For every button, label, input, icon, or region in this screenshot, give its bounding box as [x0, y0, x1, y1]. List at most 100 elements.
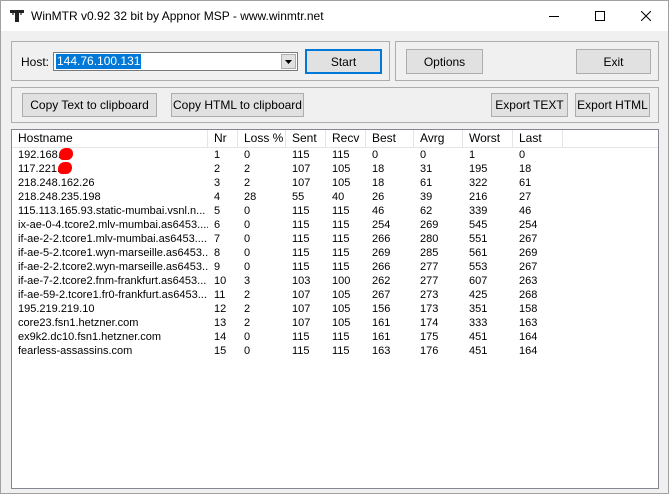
- cell-avrg: 277: [414, 274, 463, 288]
- minimize-button[interactable]: [531, 1, 577, 31]
- cell-sent: 115: [286, 232, 326, 246]
- cell-avrg: 0: [414, 148, 463, 162]
- table-row[interactable]: 117.221. 2 2 107 105 18 31 195 18: [12, 162, 658, 176]
- column-header-avrg[interactable]: Avrg: [414, 130, 463, 147]
- cell-sent-text: 115: [292, 247, 310, 259]
- cell-nr: 9: [208, 260, 238, 274]
- cell-best-text: 163: [372, 345, 391, 357]
- table-row[interactable]: 218.248.235.198 4 28 55 40 26 39 216 27: [12, 190, 658, 204]
- cell-nr-text: 11: [214, 289, 226, 301]
- cell-worst-text: 1: [469, 149, 476, 161]
- table-row[interactable]: 218.248.162.26 3 2 107 105 18 61 322 61: [12, 176, 658, 190]
- cell-best: 266: [366, 260, 414, 274]
- cell-best: 163: [366, 344, 414, 358]
- cell-hostname-text: fearless-assassins.com: [18, 345, 133, 357]
- column-header-hostname[interactable]: Hostname: [12, 130, 208, 147]
- cell-loss-text: 0: [244, 205, 251, 217]
- cell-hostname: 218.248.235.198: [12, 190, 208, 204]
- title-bar[interactable]: WinMTR v0.92 32 bit by Appnor MSP - www.…: [1, 1, 668, 31]
- column-header-nr[interactable]: Nr: [208, 130, 238, 147]
- table-row[interactable]: 115.113.165.93.static-mumbai.vsnl.n... 5 0…: [12, 204, 658, 218]
- cell-loss-text: 0: [244, 233, 251, 245]
- cell-nr-text: 8: [214, 247, 221, 259]
- table-row[interactable]: fearless-assassins.com 15 0 115 115 163 176 451…: [12, 344, 658, 358]
- close-button[interactable]: [623, 1, 669, 31]
- cell-nr-text: 2: [214, 163, 221, 175]
- cell-hostname-text: if-ae-7-2.tcore2.fnm-frankfurt.as6453...: [18, 275, 207, 287]
- cell-best: 0: [366, 148, 414, 162]
- table-row[interactable]: if-ae-2-2.tcore1.mlv-mumbai.as6453.... 7 0…: [12, 232, 658, 246]
- cell-last-text: 269: [519, 247, 538, 259]
- cell-loss: 0: [238, 260, 286, 274]
- cell-nr: 13: [208, 316, 238, 330]
- table-row[interactable]: 192.168. 1 0 115 115 0 0 1 0: [12, 148, 658, 162]
- cell-last-text: 268: [519, 289, 538, 301]
- cell-hostname: 192.168.: [12, 148, 208, 162]
- maximize-button[interactable]: [577, 1, 623, 31]
- cell-sent: 107: [286, 288, 326, 302]
- cell-last: 163: [513, 316, 563, 330]
- cell-worst-text: 425: [469, 289, 488, 301]
- cell-last: 164: [513, 344, 563, 358]
- column-header-loss[interactable]: Loss %: [238, 130, 286, 147]
- column-header-recv[interactable]: Recv: [326, 130, 366, 147]
- host-combobox[interactable]: 144.76.100.131: [53, 52, 298, 71]
- table-row[interactable]: if-ae-5-2.tcore1.wyn-marseille.as6453...…: [12, 246, 658, 260]
- maximize-icon: [595, 11, 605, 21]
- cell-sent: 115: [286, 330, 326, 344]
- cell-nr: 5: [208, 204, 238, 218]
- cell-loss-text: 2: [244, 317, 251, 329]
- trace-results-table[interactable]: Hostname Nr Loss % Sent Recv Best Avrg W…: [11, 129, 659, 489]
- cell-hostname-text: 195.219.219.10: [18, 303, 95, 315]
- options-button[interactable]: Options: [406, 49, 483, 74]
- cell-best-text: 18: [372, 177, 385, 189]
- cell-loss-text: 3: [244, 275, 251, 287]
- cell-last: 18: [513, 162, 563, 176]
- copy-html-button[interactable]: Copy HTML to clipboard: [171, 93, 304, 117]
- host-dropdown-button[interactable]: [281, 54, 296, 69]
- cell-avrg: 39: [414, 190, 463, 204]
- cell-recv: 115: [326, 232, 366, 246]
- cell-loss: 2: [238, 162, 286, 176]
- host-input-value[interactable]: 144.76.100.131: [56, 54, 142, 69]
- cell-avrg: 31: [414, 162, 463, 176]
- cell-sent: 115: [286, 260, 326, 274]
- cell-sent-text: 115: [292, 149, 310, 161]
- chevron-down-icon: [285, 59, 292, 64]
- cell-avrg: 62: [414, 204, 463, 218]
- export-text-button[interactable]: Export TEXT: [491, 93, 568, 117]
- cell-best: 161: [366, 316, 414, 330]
- cell-sent-text: 107: [292, 303, 311, 315]
- exit-button[interactable]: Exit: [576, 49, 651, 74]
- cell-hostname-text: ex9k2.dc10.fsn1.hetzner.com: [18, 331, 162, 343]
- winmtr-window: WinMTR v0.92 32 bit by Appnor MSP - www.…: [0, 0, 669, 494]
- table-row[interactable]: ix-ae-0-4.tcore2.mlv-mumbai.as6453.... 6 0…: [12, 218, 658, 232]
- table-row[interactable]: if-ae-2-2.tcore2.wyn-marseille.as6453...…: [12, 260, 658, 274]
- copy-text-button[interactable]: Copy Text to clipboard: [22, 93, 157, 117]
- cell-loss: 0: [238, 232, 286, 246]
- column-header-best[interactable]: Best: [366, 130, 414, 147]
- cell-last: 254: [513, 218, 563, 232]
- column-header-worst[interactable]: Worst: [463, 130, 513, 147]
- start-button[interactable]: Start: [305, 49, 382, 74]
- cell-loss: 0: [238, 344, 286, 358]
- cell-last-text: 267: [519, 261, 538, 273]
- cell-hostname: if-ae-7-2.tcore2.fnm-frankfurt.as6453...: [12, 274, 208, 288]
- cell-worst-text: 195: [469, 163, 488, 175]
- table-row[interactable]: core23.fsn1.hetzner.com 13 2 107 105 161 174 33…: [12, 316, 658, 330]
- table-row[interactable]: 195.219.219.10 12 2 107 105 156 173 351 158: [12, 302, 658, 316]
- column-header-sent[interactable]: Sent: [286, 130, 326, 147]
- table-row[interactable]: ex9k2.dc10.fsn1.hetzner.com 14 0 115 115 161 1…: [12, 330, 658, 344]
- cell-hostname: 218.248.162.26: [12, 176, 208, 190]
- cell-sent: 115: [286, 218, 326, 232]
- column-header-last[interactable]: Last: [513, 130, 563, 147]
- cell-avrg-text: 62: [420, 205, 433, 217]
- cell-recv: 40: [326, 190, 366, 204]
- cell-best: 18: [366, 162, 414, 176]
- table-row[interactable]: if-ae-7-2.tcore2.fnm-frankfurt.as6453...…: [12, 274, 658, 288]
- table-row[interactable]: if-ae-59-2.tcore1.fr0-frankfurt.as6453..…: [12, 288, 658, 302]
- cell-hostname-text: 218.248.235.198: [18, 191, 101, 203]
- export-html-button[interactable]: Export HTML: [575, 93, 650, 117]
- cell-hostname-text: 115.113.165.93.static-mumbai.vsnl.n...: [18, 205, 206, 217]
- cell-last-text: 164: [519, 345, 538, 357]
